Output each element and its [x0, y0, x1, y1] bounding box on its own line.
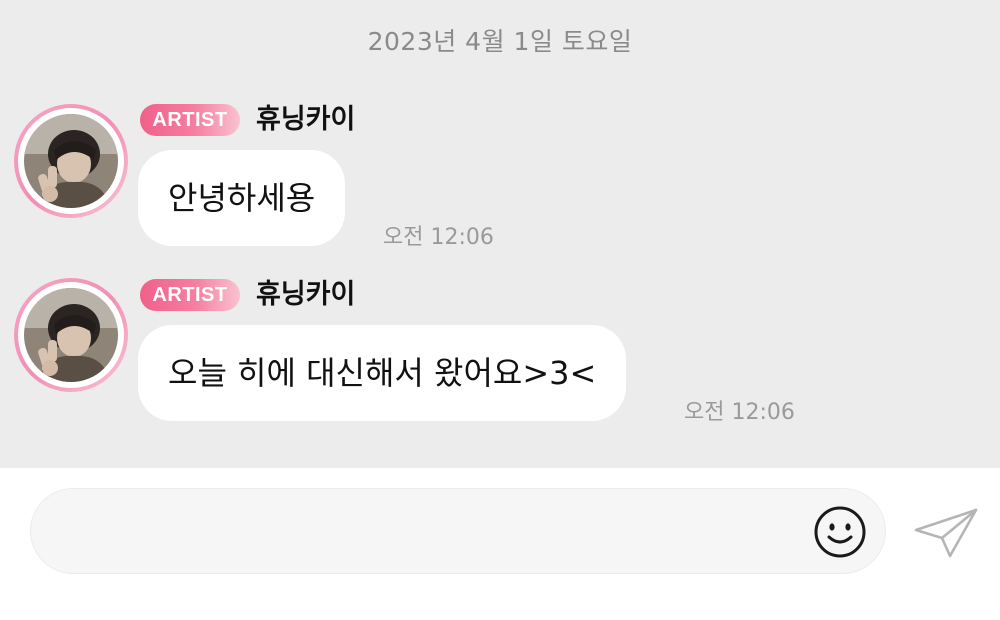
- artist-badge: ARTIST: [140, 104, 240, 136]
- message-composer: [0, 468, 1000, 620]
- sender-name: 휴닝카이: [256, 279, 356, 310]
- message-input[interactable]: [61, 489, 805, 575]
- date-divider: 2023년 4월 1일 토요일: [367, 27, 633, 56]
- artist-badge: ARTIST: [140, 279, 240, 311]
- message-timestamp: 오전 12:06: [684, 400, 795, 425]
- emoji-button[interactable]: [812, 504, 868, 560]
- sender-name: 휴닝카이: [256, 104, 356, 135]
- avatar[interactable]: [14, 104, 128, 218]
- chat-area[interactable]: 2023년 4월 1일 토요일 ARTIST 휴닝카이 안녕하세용 오전 12:…: [0, 0, 1000, 468]
- message-timestamp: 오전 12:06: [383, 225, 494, 250]
- profile-photo: [24, 288, 118, 382]
- send-button[interactable]: [910, 504, 982, 564]
- message-bubble[interactable]: 안녕하세용: [138, 150, 346, 246]
- message-input-container[interactable]: [30, 488, 886, 575]
- paper-plane-icon: [914, 508, 978, 558]
- profile-photo: [24, 114, 118, 208]
- message-bubble[interactable]: 오늘 히에 대신해서 왔어요>3<: [138, 325, 627, 421]
- smiley-icon: [814, 506, 866, 558]
- avatar[interactable]: [14, 278, 128, 392]
